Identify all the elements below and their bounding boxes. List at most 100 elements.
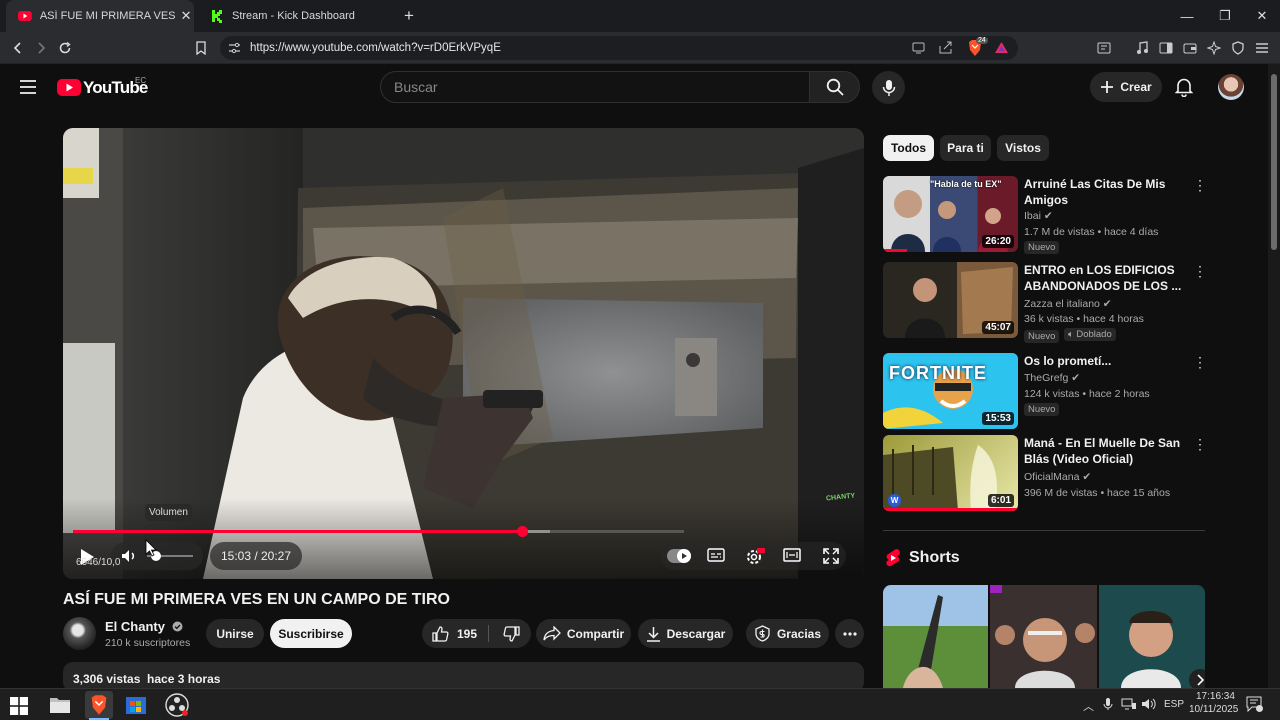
recommendation-item[interactable]: FORTNITE 15:53 Os lo prometí... TheGrefg… bbox=[883, 353, 1207, 435]
back-button[interactable] bbox=[6, 32, 30, 64]
video-title[interactable]: ENTRO en LOS EDIFICIOS ABANDONADOS DE LO… bbox=[1024, 262, 1184, 294]
youtube-logo[interactable]: YouTube EC bbox=[57, 76, 153, 99]
thanks-button[interactable]: Gracias bbox=[746, 619, 829, 648]
chip-for-you[interactable]: Para ti bbox=[940, 135, 991, 161]
address-bar[interactable]: https://www.youtube.com/watch?v=rD0ErkVP… bbox=[220, 36, 1018, 60]
video-thumbnail[interactable]: FORTNITE 15:53 bbox=[883, 353, 1018, 429]
video-thumbnail[interactable]: 45:07 bbox=[883, 262, 1018, 338]
progress-bar[interactable] bbox=[73, 526, 684, 537]
recommendation-item[interactable]: W 6:01 Maná - En El Muelle De San Blás (… bbox=[883, 435, 1207, 517]
tray-volume-icon[interactable] bbox=[1141, 698, 1157, 710]
create-button[interactable]: Crear bbox=[1090, 72, 1162, 102]
more-options-icon[interactable]: ⋮ bbox=[1193, 437, 1207, 451]
bookmark-button[interactable] bbox=[189, 32, 213, 64]
fullscreen-button[interactable] bbox=[823, 548, 841, 564]
join-button[interactable]: Unirse bbox=[206, 619, 264, 648]
more-options-icon[interactable]: ⋮ bbox=[1193, 264, 1207, 278]
taskbar-store[interactable] bbox=[125, 695, 147, 715]
download-button[interactable]: Descargar bbox=[638, 619, 733, 648]
brave-rewards-icon[interactable] bbox=[994, 41, 1009, 54]
tab-label: ASÍ FUE MI PRIMERA VES EN UN bbox=[39, 10, 178, 22]
video-thumbnail[interactable]: "Habla de tu EX" 26:20 bbox=[883, 176, 1018, 252]
kick-icon bbox=[210, 9, 224, 23]
site-settings-icon[interactable] bbox=[228, 42, 241, 54]
sidebar-toggle-button[interactable] bbox=[1154, 32, 1178, 64]
search-button[interactable] bbox=[809, 71, 860, 103]
more-horizontal-icon bbox=[842, 631, 857, 636]
start-button[interactable] bbox=[10, 697, 28, 715]
vpn-button[interactable] bbox=[1226, 32, 1250, 64]
short-thumbnail[interactable] bbox=[883, 585, 988, 688]
taskbar-obs[interactable] bbox=[165, 693, 189, 717]
chip-watched[interactable]: Vistos bbox=[997, 135, 1049, 161]
close-tab-icon[interactable]: ✕ bbox=[178, 8, 194, 24]
video-title[interactable]: Arruiné Las Citas De Mis Amigos bbox=[1024, 176, 1184, 208]
channel-name[interactable]: El Chanty bbox=[105, 619, 165, 634]
more-options-icon[interactable]: ⋮ bbox=[1193, 178, 1207, 192]
shorts-next-button[interactable] bbox=[1189, 669, 1205, 688]
channel-name[interactable]: TheGrefg ✔ bbox=[1024, 371, 1080, 385]
video-title[interactable]: Os lo prometí... bbox=[1024, 353, 1184, 369]
menu-button[interactable] bbox=[1250, 32, 1274, 64]
music-button[interactable] bbox=[1130, 32, 1154, 64]
volume-control[interactable] bbox=[111, 542, 203, 570]
close-window-button[interactable]: ✕ bbox=[1243, 0, 1280, 32]
notifications-button[interactable] bbox=[1175, 77, 1195, 97]
theater-mode-button[interactable] bbox=[783, 548, 803, 564]
channel-name[interactable]: OficialMana ✔ bbox=[1024, 470, 1091, 484]
tray-network-icon[interactable] bbox=[1121, 698, 1137, 710]
video-player[interactable]: CHANTY Volumen 6646/10,0 15:03 / 20:27 bbox=[63, 128, 864, 579]
minimize-button[interactable]: — bbox=[1168, 0, 1206, 32]
tray-overflow-icon[interactable]: ︿ bbox=[1083, 698, 1094, 714]
subscribe-button[interactable]: Suscribirse bbox=[270, 619, 352, 648]
scrollbar-thumb[interactable] bbox=[1271, 74, 1277, 250]
more-options-icon[interactable]: ⋮ bbox=[1193, 355, 1207, 369]
dislike-button[interactable] bbox=[496, 619, 526, 648]
share-page-icon[interactable] bbox=[939, 41, 953, 54]
taskbar-file-explorer[interactable] bbox=[49, 695, 71, 715]
channel-name-row[interactable]: El Chanty bbox=[105, 619, 183, 634]
reload-button[interactable] bbox=[53, 32, 77, 64]
notification-center-button[interactable] bbox=[1246, 696, 1263, 712]
cast-icon[interactable] bbox=[912, 42, 925, 54]
channel-name[interactable]: Ibai ✔ bbox=[1024, 209, 1053, 223]
recommendation-item[interactable]: 45:07 ENTRO en LOS EDIFICIOS ABANDONADOS… bbox=[883, 262, 1207, 344]
guide-menu-button[interactable] bbox=[19, 79, 39, 95]
share-button[interactable]: Compartir bbox=[536, 619, 631, 648]
video-thumbnail[interactable]: W 6:01 bbox=[883, 435, 1018, 511]
video-title[interactable]: Maná - En El Muelle De San Blás (Video O… bbox=[1024, 435, 1184, 467]
leo-ai-button[interactable] bbox=[1202, 32, 1226, 64]
channel-name[interactable]: Zazza el italiano ✔ bbox=[1024, 297, 1112, 311]
volume-icon[interactable] bbox=[121, 549, 137, 563]
short-thumbnail[interactable] bbox=[990, 585, 1097, 688]
subtitles-button[interactable] bbox=[707, 548, 727, 564]
wallet-button[interactable] bbox=[1178, 32, 1202, 64]
search-input[interactable]: Buscar bbox=[380, 71, 810, 103]
clock-time[interactable]: 17:16:34 bbox=[1196, 691, 1235, 702]
clock-date[interactable]: 10/11/2025 bbox=[1189, 704, 1238, 715]
page-scrollbar[interactable] bbox=[1268, 64, 1280, 688]
forward-button[interactable] bbox=[29, 32, 53, 64]
user-avatar[interactable] bbox=[1218, 74, 1244, 100]
chip-all[interactable]: Todos bbox=[883, 135, 934, 161]
autoplay-toggle[interactable] bbox=[667, 549, 691, 563]
brave-badge: 24 bbox=[976, 37, 988, 44]
new-tab-button[interactable]: + bbox=[400, 7, 418, 25]
brave-shields-button[interactable]: 24 bbox=[967, 37, 988, 57]
channel-avatar[interactable] bbox=[63, 617, 96, 650]
short-thumbnail[interactable] bbox=[1099, 585, 1205, 688]
sidebar-button[interactable] bbox=[1092, 32, 1116, 64]
scrubber-handle[interactable] bbox=[516, 526, 528, 537]
recommendation-item[interactable]: "Habla de tu EX" 26:20 Arruiné Las Citas… bbox=[883, 176, 1207, 258]
tab-kick[interactable]: Stream - Kick Dashboard bbox=[198, 0, 388, 32]
watched-progress bbox=[883, 249, 907, 252]
more-actions-button[interactable] bbox=[835, 619, 864, 648]
settings-button[interactable] bbox=[745, 546, 767, 566]
tray-mic-icon[interactable] bbox=[1103, 697, 1113, 711]
like-button[interactable]: 195 bbox=[422, 619, 488, 648]
voice-search-button[interactable] bbox=[872, 71, 905, 104]
restore-button[interactable]: ❐ bbox=[1206, 0, 1244, 32]
tab-youtube[interactable]: ASÍ FUE MI PRIMERA VES EN UN ✕ bbox=[6, 0, 194, 32]
taskbar-brave[interactable] bbox=[85, 691, 113, 720]
input-language[interactable]: ESP bbox=[1164, 699, 1184, 710]
